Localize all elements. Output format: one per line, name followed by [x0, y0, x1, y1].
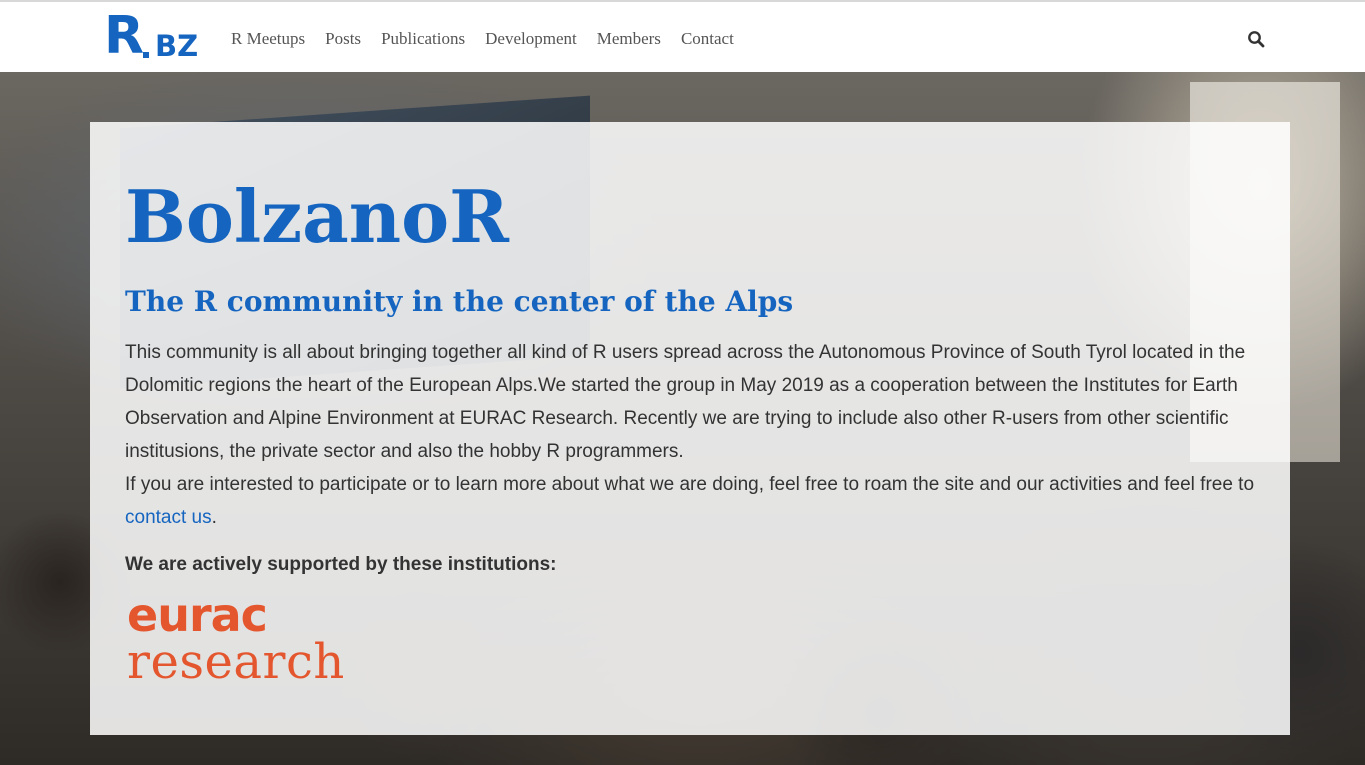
- eurac-logo-line2: research: [127, 634, 345, 690]
- intro-paragraph: This community is all about bringing tog…: [125, 342, 1246, 462]
- intro-card: BolzanoR The R community in the center o…: [90, 122, 1290, 735]
- nav-link-contact[interactable]: Contact: [681, 27, 734, 51]
- nav-link-development[interactable]: Development: [485, 27, 577, 51]
- page-title: BolzanoR: [125, 174, 509, 259]
- logo-dot: [143, 52, 149, 58]
- site-logo[interactable]: R BZ: [104, 6, 200, 66]
- intro-text: This community is all about bringing tog…: [125, 336, 1265, 534]
- logo-letter: R: [104, 6, 144, 66]
- invite-period: .: [211, 507, 217, 528]
- invite-text: If you are interested to participate or …: [125, 474, 1255, 495]
- nav-link-members[interactable]: Members: [597, 27, 661, 51]
- supporters-heading: We are actively supported by these insti…: [125, 554, 557, 575]
- logo-suffix: BZ: [155, 29, 199, 63]
- search-icon[interactable]: [1247, 30, 1265, 48]
- nav-link-r-meetups[interactable]: R Meetups: [231, 27, 305, 51]
- nav-link-posts[interactable]: Posts: [325, 27, 361, 51]
- nav-menu: R Meetups Posts Publications Development…: [231, 27, 754, 51]
- navbar: R BZ R Meetups Posts Publications Develo…: [0, 0, 1365, 72]
- page-subtitle: The R community in the center of the Alp…: [125, 285, 794, 318]
- contact-us-link[interactable]: contact us: [125, 507, 212, 528]
- nav-link-publications[interactable]: Publications: [381, 27, 465, 51]
- eurac-research-logo[interactable]: eurac research: [127, 588, 367, 694]
